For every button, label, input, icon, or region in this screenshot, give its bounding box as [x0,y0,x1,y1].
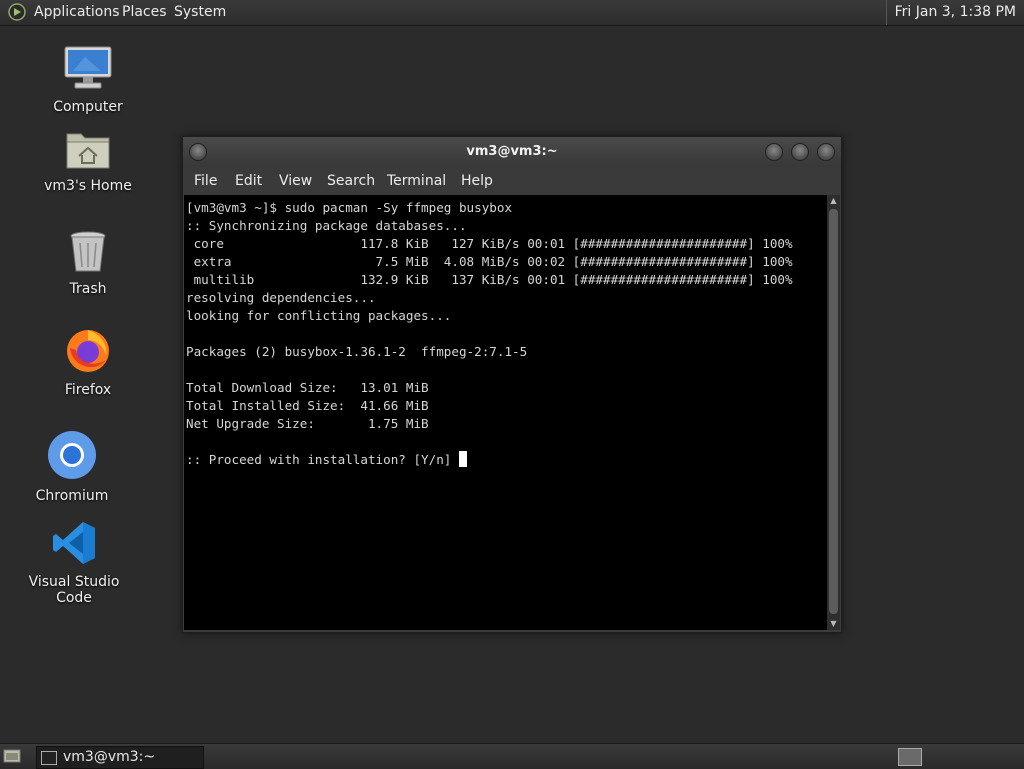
desktop-icon-firefox[interactable]: Firefox [33,326,143,398]
maximize-button[interactable] [791,143,809,161]
window-title: vm3@vm3:~ [466,144,558,159]
scrollbar-thumb[interactable] [829,209,838,614]
menu-view[interactable]: View [279,167,312,195]
computer-icon [33,45,143,95]
menu-file[interactable]: File [194,167,217,195]
terminal-output-area[interactable]: [vm3@vm3 ~]$ sudo pacman -Sy ffmpeg busy… [184,195,827,630]
system-menu[interactable]: System [174,0,226,25]
menu-edit[interactable]: Edit [235,167,262,195]
desktop-icon-chromium[interactable]: Chromium [17,430,127,504]
minimize-button[interactable] [765,143,783,161]
desktop-icon-label: Trash [69,281,107,297]
desktop-icon-home[interactable]: vm3's Home [33,128,143,194]
desktop-icon-label: Chromium [35,488,109,504]
terminal-output: [vm3@vm3 ~]$ sudo pacman -Sy ffmpeg busy… [186,200,793,467]
taskbar-item-terminal[interactable]: vm3@vm3:~ [36,746,204,769]
places-menu[interactable]: Places [122,0,167,25]
clock[interactable]: Fri Jan 3, 1:38 PM [885,0,1024,25]
scroll-down-arrow-icon[interactable]: ▼ [827,618,840,630]
firefox-icon [33,326,143,378]
desktop-icon-label: vm3's Home [44,178,132,194]
menu-terminal[interactable]: Terminal [387,167,446,195]
desktop-icon-trash[interactable]: Trash [33,229,143,297]
desktop-icon-label: Visual Studio Code [28,574,120,606]
vscode-icon [19,520,129,570]
desktop-icon-computer[interactable]: Computer [33,45,143,115]
close-button[interactable] [817,143,835,161]
chromium-icon [17,430,127,484]
applications-menu-icon[interactable] [8,3,26,21]
scroll-up-arrow-icon[interactable]: ▲ [827,195,840,207]
desktop-icon-label: Firefox [64,382,112,398]
home-folder-icon [33,128,143,174]
desktop-icon-vscode[interactable]: Visual Studio Code [19,520,129,606]
terminal-menubar: File Edit View Search Terminal Help [183,167,841,195]
taskbar-item-label: vm3@vm3:~ [63,749,156,765]
menu-help[interactable]: Help [461,167,493,195]
text-cursor [458,451,467,467]
vertical-scrollbar[interactable]: ▲ ▼ [827,195,840,630]
terminal-icon [41,751,57,765]
show-desktop-icon[interactable] [3,748,21,764]
desktop-icon-label: Computer [53,99,123,115]
bottom-panel: vm3@vm3:~ [0,743,1024,769]
top-panel: Applications Places System Fri Jan 3, 1:… [0,0,1024,26]
menu-search[interactable]: Search [327,167,375,195]
terminal-window[interactable]: vm3@vm3:~ File Edit View Search Terminal… [182,136,842,633]
workspace-switcher[interactable] [898,748,922,766]
applications-menu[interactable]: Applications [34,0,120,25]
window-titlebar[interactable]: vm3@vm3:~ [183,137,841,167]
trash-icon [33,229,143,277]
